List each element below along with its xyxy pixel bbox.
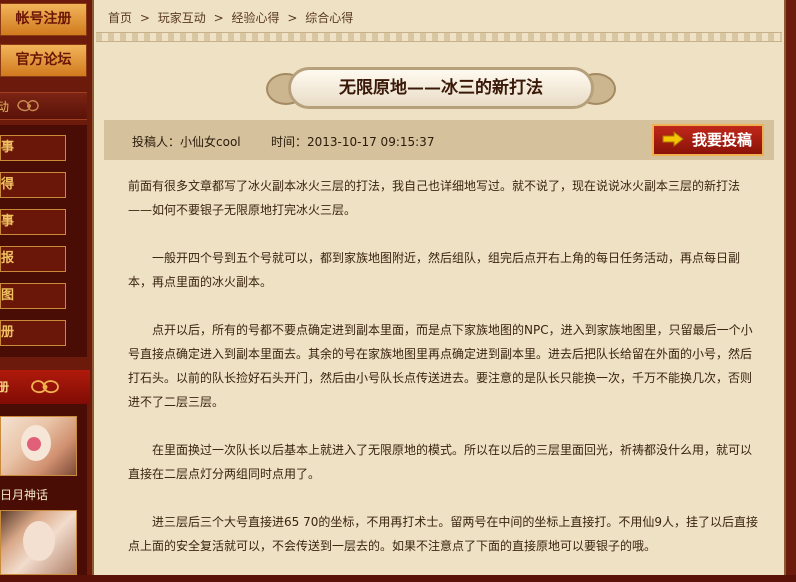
breadcrumb-separator: >: [139, 11, 150, 25]
sidebar-item-3[interactable]: 事: [0, 209, 66, 235]
user-avatar-thumbnail[interactable]: [0, 416, 77, 476]
page-right-border: [786, 0, 796, 575]
article-paragraph: 一般开四个号到五个号就可以，都到家族地图附近，然后组队，组完后点开右上角的每日任…: [128, 251, 741, 289]
article-meta-bar: 投稿人：小仙女cool 时间：2013-10-17 09:15:37 我要投稿: [104, 120, 774, 160]
thumbnail-caption[interactable]: 日月神话: [0, 486, 48, 503]
article-title: 无限原地——冰三的新打法: [288, 67, 594, 109]
cloud-ornament-icon: [31, 380, 59, 394]
sidebar-section2-label: 册: [0, 380, 10, 394]
sidebar-item-6[interactable]: 册: [0, 320, 66, 346]
article-timestamp: 时间：2013-10-17 09:15:37: [271, 135, 435, 149]
cloud-ornament-icon: [17, 100, 39, 112]
sidebar-item-1[interactable]: 事: [0, 135, 66, 161]
user-avatar-thumbnail[interactable]: [0, 510, 77, 575]
sidebar-section2-header: 册: [0, 370, 90, 404]
main-content: 首页 > 玩家互动 > 经验心得 > 综合心得 无限原地——冰三的新打法 投稿人…: [92, 0, 786, 575]
sidebar-item-4[interactable]: 报: [0, 246, 66, 272]
article-body: 前面有很多文章都写了冰火副本冰火三层的打法，我自己也详细地写过。就不说了，现在说…: [128, 174, 758, 582]
official-forum-button[interactable]: 官方论坛: [0, 44, 87, 77]
article-title-banner: 无限原地——冰三的新打法: [266, 67, 616, 111]
breadcrumb-separator: >: [287, 11, 298, 25]
register-button[interactable]: 帐号注册: [0, 3, 87, 36]
sidebar: 帐号注册 官方论坛 动 事 得 事 报 图 册 册 日月神话: [0, 0, 92, 575]
sidebar-item-2[interactable]: 得: [0, 172, 66, 198]
article-paragraph: 点开以后，所有的号都不要点确定进到副本里面，而是点下家族地图的NPC，进入到家族…: [128, 323, 753, 409]
article-paragraph: 进三层后三个大号直接进65 70的坐标，不用再打术士。留两号在中间的坐标上直接打…: [128, 515, 758, 553]
submit-article-label: 我要投稿: [691, 131, 752, 149]
sidebar-section-header: 动: [0, 92, 87, 120]
article-author: 投稿人：小仙女cool: [132, 135, 241, 149]
breadcrumb-general-link[interactable]: 综合心得: [305, 11, 353, 25]
breadcrumb-home-link[interactable]: 首页: [108, 11, 132, 25]
breadcrumb: 首页 > 玩家互动 > 经验心得 > 综合心得: [94, 4, 784, 32]
breadcrumb-separator: >: [213, 11, 224, 25]
decorative-border: [96, 32, 782, 42]
sidebar-section-label: 动: [0, 100, 10, 114]
article-paragraph: 前面有很多文章都写了冰火副本冰火三层的打法，我自己也详细地写过。就不说了，现在说…: [128, 179, 741, 217]
sidebar-item-5[interactable]: 图: [0, 283, 66, 309]
arrow-right-icon: [662, 131, 684, 147]
submit-article-button[interactable]: 我要投稿: [652, 124, 764, 156]
sidebar-menu: 事 得 事 报 图 册: [0, 125, 87, 357]
breadcrumb-player-interaction-link[interactable]: 玩家互动: [158, 11, 206, 25]
breadcrumb-experience-link[interactable]: 经验心得: [231, 11, 279, 25]
article-paragraph: 在里面换过一次队长以后基本上就进入了无限原地的模式。所以在以后的三层里面回光，祈…: [128, 443, 753, 481]
